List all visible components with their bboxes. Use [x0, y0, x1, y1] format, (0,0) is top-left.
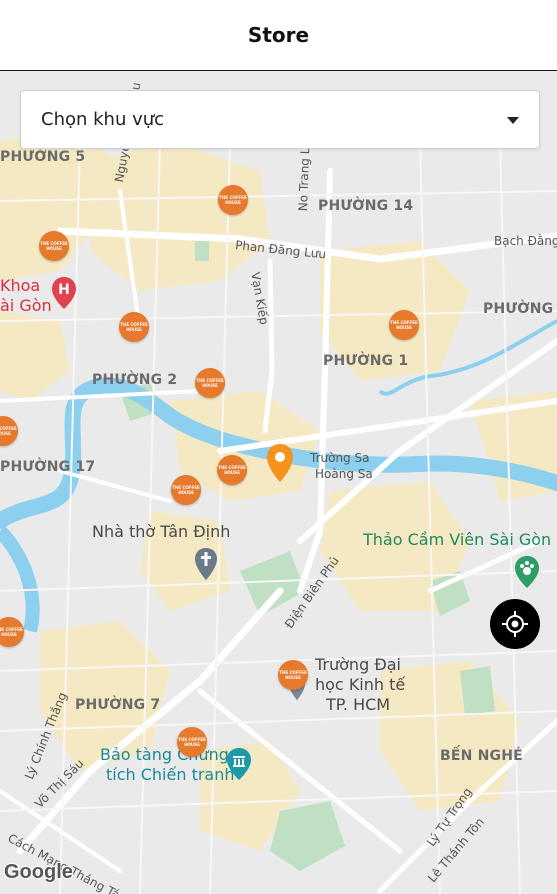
street-label: Hoàng Sa — [315, 467, 373, 481]
store-marker[interactable]: THE COFFEE HOUSE — [119, 312, 149, 342]
store-marker[interactable]: THE COFFEE HOUSE — [195, 368, 225, 398]
ward-label: PHƯỜNG 1 — [483, 301, 557, 317]
ward-label: PHƯỜNG 14 — [318, 198, 414, 214]
ward-label: PHƯỜNG 5 — [0, 149, 86, 165]
street-label: Bạch Đằng — [494, 234, 557, 248]
store-marker[interactable]: THE COFFEE HOUSE — [39, 231, 69, 261]
university-label-line2: học Kinh tế — [315, 675, 406, 694]
locate-me-button[interactable] — [490, 599, 540, 649]
ward-label: PHƯỜNG 1 — [323, 353, 409, 369]
street-label: Trường Sa — [310, 451, 370, 465]
store-marker[interactable]: THE COFFEE HOUSE — [177, 727, 207, 757]
university-label: Trường Đại học Kinh tế TP. HCM — [315, 655, 405, 715]
university-label-line1: Trường Đại — [315, 655, 401, 674]
map-pin-icon[interactable] — [266, 443, 294, 483]
university-label-line3: TP. HCM — [326, 695, 391, 714]
store-marker[interactable]: THE COFFEE HOUSE — [217, 455, 247, 485]
zoo-label: Thảo Cầm Viên Sài Gòn — [363, 530, 552, 549]
museum-label-line2: tích Chiến tranh — [106, 765, 235, 784]
museum-icon[interactable] — [226, 747, 252, 781]
ward-label: BẾN NGHÉ — [440, 748, 523, 764]
museum-label: Bảo tàng Chứng tích Chiến tranh — [100, 745, 235, 785]
store-marker[interactable]: THE COFFEE HOUSE — [171, 475, 201, 505]
ward-label: PHƯỜNG 2 — [92, 372, 178, 388]
page-title: Store — [247, 23, 310, 47]
region-select-value: Chọn khu vực — [41, 109, 165, 130]
store-marker[interactable]: THE COFFEE HOUSE — [218, 185, 248, 215]
ward-label: PHƯỜNG 17 — [0, 459, 96, 475]
store-marker[interactable]: THE COFFEE HOUSE — [278, 660, 308, 690]
crosshair-locate-icon — [502, 611, 528, 637]
hospital-icon[interactable]: H — [51, 276, 77, 310]
google-logo[interactable]: Google — [3, 860, 74, 884]
region-select[interactable]: Chọn khu vực — [20, 90, 540, 149]
store-marker[interactable]: THE COFFEE HOUSE — [389, 310, 419, 340]
hospital-label-line2: ài Gòn — [0, 296, 52, 315]
paw-icon[interactable] — [514, 555, 540, 589]
hospital-label: Khoa ài Gòn — [0, 276, 52, 316]
svg-text:H: H — [58, 282, 70, 298]
app-header: Store — [0, 0, 557, 71]
google-logo-text: Google — [3, 860, 74, 884]
hospital-label-line1: Khoa — [0, 276, 41, 295]
museum-label-line1: Bảo tàng Chứng — [100, 745, 229, 764]
map-view[interactable]: PHƯỜNG 5 PHƯỜNG 14 PHƯỜNG 1 PHƯỜNG 2 PHƯ… — [0, 71, 557, 894]
caret-down-icon — [507, 117, 519, 124]
church-label: Nhà thờ Tân Định — [92, 522, 231, 541]
church-cross-icon[interactable] — [194, 547, 218, 581]
ward-label: PHƯỜNG 7 — [75, 697, 161, 713]
